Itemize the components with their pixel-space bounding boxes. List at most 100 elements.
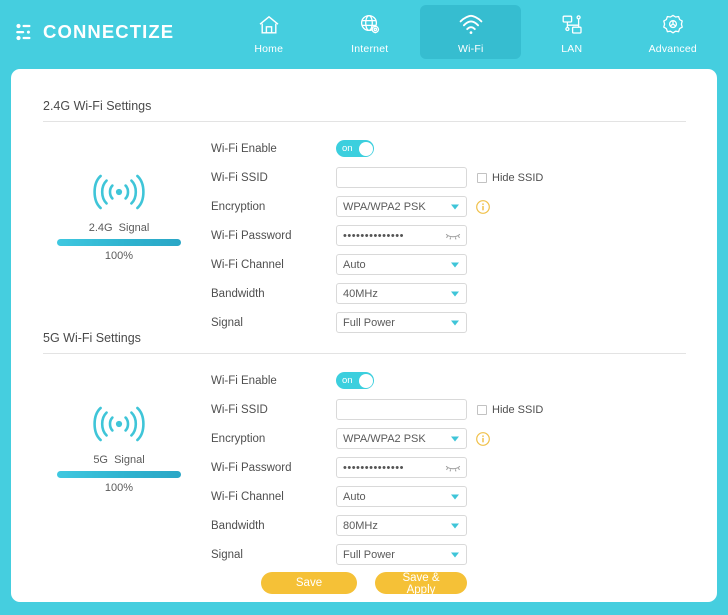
row-wifi-enable-5g: Wi-Fi Enable on: [211, 366, 543, 395]
password-field-wrapper-24g: [336, 225, 467, 246]
label-signal: Signal: [211, 316, 243, 329]
signal-widget-24g: 2.4G Signal 100%: [57, 169, 181, 262]
info-icon-encryption-24g[interactable]: [476, 199, 490, 214]
wifi-signal-icon: [57, 401, 181, 447]
row-encryption-24g: Encryption WPA/WPA2 PSK: [211, 192, 543, 221]
brand-name: CONNECTIZE: [43, 21, 175, 42]
chevron-down-icon: [451, 204, 459, 209]
section-title-24g: 2.4G Wi-Fi Settings: [43, 99, 152, 113]
row-encryption-5g: Encryption WPA/WPA2 PSK: [211, 424, 543, 453]
wifi-channel-value: Auto: [343, 490, 366, 503]
encryption-value: WPA/WPA2 PSK: [343, 200, 426, 213]
wifi-ssid-input-24g[interactable]: [336, 167, 467, 188]
wifi-icon: [457, 11, 485, 39]
nav-item-wifi[interactable]: Wi-Fi: [420, 5, 522, 59]
encryption-select-5g[interactable]: WPA/WPA2 PSK: [336, 428, 467, 449]
encryption-value: WPA/WPA2 PSK: [343, 432, 426, 445]
wifi-enable-toggle-5g[interactable]: on: [336, 372, 374, 389]
chevron-down-icon: [451, 262, 459, 267]
bandwidth-select-5g[interactable]: 80MHz: [336, 515, 467, 536]
settings-card: 2.4G Wi-Fi Settings 2.4G Signal 100% Wi-…: [11, 69, 717, 602]
toggle-state-text: on: [342, 375, 353, 386]
row-bandwidth-5g: Bandwidth 80MHz: [211, 511, 543, 540]
nav-label-lan: LAN: [561, 43, 583, 55]
label-wifi-enable: Wi-Fi Enable: [211, 142, 277, 155]
wifi-ssid-input-5g[interactable]: [336, 399, 467, 420]
signal-percent-5g: 100%: [104, 482, 134, 494]
nav-label-wifi: Wi-Fi: [458, 43, 484, 55]
row-wifi-ssid-5g: Wi-Fi SSID Hide SSID: [211, 395, 543, 424]
brand-logo: CONNECTIZE: [14, 21, 174, 43]
label-bandwidth: Bandwidth: [211, 287, 265, 300]
nav-item-internet[interactable]: Internet: [319, 5, 420, 59]
password-field-wrapper-5g: [336, 457, 467, 478]
chevron-down-icon: [451, 523, 459, 528]
wifi-channel-select-5g[interactable]: Auto: [336, 486, 467, 507]
nav-item-home[interactable]: Home: [218, 5, 319, 59]
encryption-select-24g[interactable]: WPA/WPA2 PSK: [336, 196, 467, 217]
info-icon-encryption-5g[interactable]: [476, 431, 490, 446]
nav-label-advanced: Advanced: [648, 43, 697, 55]
signal-label-24g: 2.4G Signal: [88, 222, 150, 234]
label-bandwidth: Bandwidth: [211, 519, 265, 532]
bandwidth-select-24g[interactable]: 40MHz: [336, 283, 467, 304]
chevron-down-icon: [451, 552, 459, 557]
section-title-5g: 5G Wi-Fi Settings: [43, 331, 141, 345]
eye-closed-icon-5g[interactable]: [445, 463, 461, 473]
toggle-knob: [358, 373, 373, 388]
signal-percent-24g: 100%: [104, 250, 134, 262]
nav-item-lan[interactable]: LAN: [521, 5, 622, 59]
hide-ssid-label: Hide SSID: [492, 403, 544, 416]
wifi-form-24g: Wi-Fi Enable on Wi-Fi SSID Hide SSID Enc…: [211, 134, 543, 337]
home-icon: [256, 11, 282, 39]
nav-item-advanced[interactable]: Advanced: [622, 5, 723, 59]
chevron-down-icon: [451, 291, 459, 296]
row-wifi-enable-24g: Wi-Fi Enable on: [211, 134, 543, 163]
label-wifi-channel: Wi-Fi Channel: [211, 258, 284, 271]
signal-power-select-5g[interactable]: Full Power: [336, 544, 467, 565]
eye-closed-icon-24g[interactable]: [445, 231, 461, 241]
hide-ssid-checkbox-24g[interactable]: Hide SSID: [477, 172, 543, 184]
label-wifi-password: Wi-Fi Password: [211, 229, 292, 242]
nav-label-home: Home: [254, 43, 284, 55]
label-wifi-ssid: Wi-Fi SSID: [211, 403, 268, 416]
hide-ssid-label: Hide SSID: [492, 171, 544, 184]
row-wifi-channel-5g: Wi-Fi Channel Auto: [211, 482, 543, 511]
wifi-form-5g: Wi-Fi Enable on Wi-Fi SSID Hide SSID Enc…: [211, 366, 543, 569]
checkbox-box: [477, 172, 487, 183]
label-wifi-channel: Wi-Fi Channel: [211, 490, 284, 503]
wifi-enable-toggle-24g[interactable]: on: [336, 140, 374, 157]
save-button[interactable]: Save: [261, 572, 357, 594]
toggle-state-text: on: [342, 143, 353, 154]
wifi-channel-value: Auto: [343, 258, 366, 271]
signal-power-value: Full Power: [343, 316, 395, 329]
wifi-channel-select-24g[interactable]: Auto: [336, 254, 467, 275]
action-button-row: Save Save & Apply: [11, 572, 717, 596]
row-signal-5g: Signal Full Power: [211, 540, 543, 569]
label-wifi-ssid: Wi-Fi SSID: [211, 171, 268, 184]
chevron-down-icon: [451, 494, 459, 499]
hide-ssid-checkbox-5g[interactable]: Hide SSID: [477, 404, 543, 416]
gear-badge-icon: [660, 11, 686, 39]
chevron-down-icon: [451, 436, 459, 441]
row-wifi-password-5g: Wi-Fi Password: [211, 453, 543, 482]
row-bandwidth-24g: Bandwidth 40MHz: [211, 279, 543, 308]
signal-bar-24g: [57, 239, 181, 246]
row-wifi-password-24g: Wi-Fi Password: [211, 221, 543, 250]
chevron-down-icon: [451, 320, 459, 325]
save-and-apply-button[interactable]: Save & Apply: [375, 572, 467, 596]
label-wifi-password: Wi-Fi Password: [211, 461, 292, 474]
signal-power-value: Full Power: [343, 548, 395, 561]
row-signal-24g: Signal Full Power: [211, 308, 543, 337]
signal-widget-5g: 5G Signal 100%: [57, 401, 181, 494]
checkbox-box: [477, 404, 487, 415]
bandwidth-value: 80MHz: [343, 519, 378, 532]
wifi-signal-icon: [57, 169, 181, 215]
row-wifi-ssid-24g: Wi-Fi SSID Hide SSID: [211, 163, 543, 192]
section-divider-24g: [43, 121, 686, 122]
bandwidth-value: 40MHz: [343, 287, 378, 300]
signal-power-select-24g[interactable]: Full Power: [336, 312, 467, 333]
row-wifi-channel-24g: Wi-Fi Channel Auto: [211, 250, 543, 279]
section-divider-5g: [43, 353, 686, 354]
signal-bar-5g: [57, 471, 181, 478]
